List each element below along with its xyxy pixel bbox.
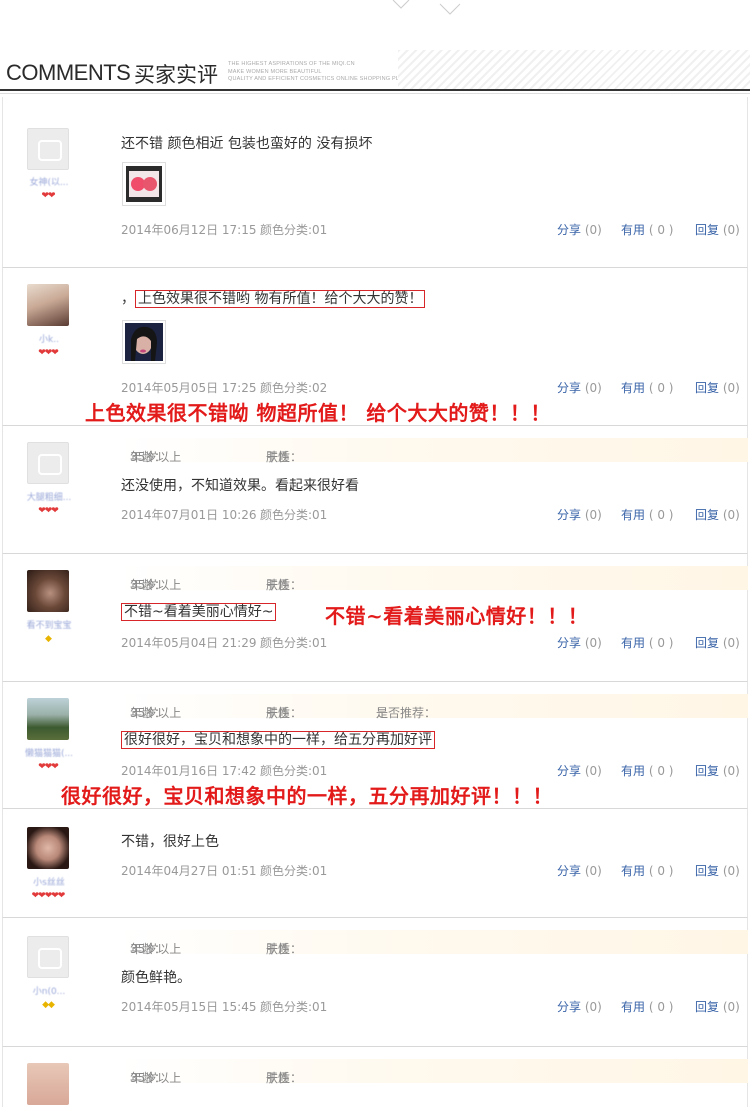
review-meta-bar: 年龄： 35岁以上 肤质： 干性 bbox=[120, 438, 748, 464]
review-item: 年龄： 35岁以上 肤质： 干性 看不到宝宝 ◆ 不错~看着美丽心情好~ 不错~看着… bbox=[2, 554, 748, 682]
review-date: 2014年05月04日 21:29 bbox=[121, 636, 257, 650]
review-photo-thumbnail[interactable] bbox=[122, 320, 166, 364]
avatar bbox=[27, 284, 69, 326]
share-button[interactable]: 分享 (0) bbox=[557, 862, 602, 879]
share-button[interactable]: 分享 (0) bbox=[557, 221, 602, 238]
review-meta-bar: 年龄： 35岁以上 肤质： 干性 bbox=[120, 566, 748, 592]
review-category: 颜色分类:01 bbox=[260, 508, 328, 522]
user-name[interactable]: 女神(以... bbox=[21, 175, 77, 188]
review-content: 还不错 颜色相近 包装也蛮好的 没有损坏 bbox=[121, 136, 373, 152]
review-photo-thumbnail[interactable] bbox=[122, 162, 166, 206]
reply-button[interactable]: 回复 (0) bbox=[695, 634, 740, 651]
header-tagline: THE HIGHEST ASPIRATIONS OF THE MIQI.CN M… bbox=[228, 61, 424, 82]
reply-button[interactable]: 回复 (0) bbox=[695, 379, 740, 396]
review-meta-bar: 年龄： 35岁以上 肤质： 干性 bbox=[120, 930, 748, 956]
review-meta-bar: 年龄： 35岁以上 肤质： 干性 是否推荐：是 bbox=[120, 694, 748, 720]
user-name[interactable]: 大腿粗细... bbox=[21, 490, 77, 503]
blush-palette-icon bbox=[126, 166, 162, 202]
user-name[interactable]: 看不到宝宝 bbox=[21, 618, 77, 631]
review-item: 小s丝丝 ❤❤❤❤❤ 不错，很好上色 2014年04月27日 01:51 颜色分… bbox=[2, 809, 748, 918]
useful-button[interactable]: 有用 ( 0 ) bbox=[621, 862, 673, 879]
rank-hearts-icon: ❤❤❤❤❤ bbox=[31, 891, 66, 901]
rank-hearts-icon: ❤❤❤ bbox=[38, 762, 59, 772]
share-button[interactable]: 分享 (0) bbox=[557, 634, 602, 651]
review-date: 2014年01月16日 17:42 bbox=[121, 764, 257, 778]
review-item: 女神(以... ❤❤ 还不错 颜色相近 包装也蛮好的 没有损坏 2014年06月… bbox=[2, 97, 748, 268]
avatar bbox=[27, 570, 69, 612]
highlighted-text: 很好很好，宝贝和想象中的一样，给五分再加好评 bbox=[121, 731, 435, 749]
review-content: 颜色鲜艳。 bbox=[121, 970, 191, 986]
review-category: 颜色分类:02 bbox=[260, 381, 328, 395]
review-category: 颜色分类:01 bbox=[260, 223, 328, 237]
header-stripe-pattern bbox=[398, 50, 750, 90]
user-name[interactable]: 小s丝丝 bbox=[21, 875, 77, 888]
top-chevron-decoration bbox=[392, 0, 461, 15]
avatar bbox=[27, 128, 69, 170]
avatar bbox=[27, 442, 69, 484]
user-name[interactable]: 懒猫猫猫(... bbox=[21, 746, 77, 759]
overlay-caption: 上色效果很不错呦 物超所值！ 给个大大的赞！！！ bbox=[85, 401, 551, 425]
useful-button[interactable]: 有用 ( 0 ) bbox=[621, 634, 673, 651]
rank-diamond-icon: ◆◆ bbox=[42, 1000, 55, 1010]
share-button[interactable]: 分享 (0) bbox=[557, 379, 602, 396]
review-item: 年龄： 35岁以上 肤质： 干性 是否推荐：是 懒猫猫猫(... ❤❤❤ 很好很好，… bbox=[2, 682, 748, 809]
header-divider-thin bbox=[0, 93, 750, 94]
overlay-caption: 很好很好，宝贝和想象中的一样，五分再加好评！！！ bbox=[61, 784, 553, 808]
review-date: 2014年06月12日 17:15 bbox=[121, 223, 257, 237]
avatar bbox=[27, 1063, 69, 1105]
reply-button[interactable]: 回复 (0) bbox=[695, 862, 740, 879]
useful-button[interactable]: 有用 ( 0 ) bbox=[621, 762, 673, 779]
share-button[interactable]: 分享 (0) bbox=[557, 998, 602, 1015]
header-divider bbox=[0, 89, 750, 91]
rank-diamond-icon: ◆ bbox=[45, 634, 52, 644]
review-category: 颜色分类:01 bbox=[260, 764, 328, 778]
share-button[interactable]: 分享 (0) bbox=[557, 506, 602, 523]
review-item: 小k.. ❤❤❤ ，上色效果很不错哟 物有所值！给个大大的赞！ 2014年05月… bbox=[2, 268, 748, 426]
reply-button[interactable]: 回复 (0) bbox=[695, 506, 740, 523]
review-item: 年龄： 35岁以上 肤质： 干性 bbox=[2, 1047, 748, 1107]
avatar bbox=[27, 936, 69, 978]
review-item: 年龄： 35岁以上 肤质： 干性 小n(0... ◆◆ 颜色鲜艳。 2014年05月… bbox=[2, 918, 748, 1047]
review-date: 2014年04月27日 01:51 bbox=[121, 864, 257, 878]
useful-button[interactable]: 有用 ( 0 ) bbox=[621, 998, 673, 1015]
reply-button[interactable]: 回复 (0) bbox=[695, 221, 740, 238]
reply-button[interactable]: 回复 (0) bbox=[695, 998, 740, 1015]
comments-title-cn: 买家实评 bbox=[134, 63, 218, 87]
review-content: ，上色效果很不错哟 物有所值！给个大大的赞！ bbox=[121, 288, 426, 308]
review-category: 颜色分类:01 bbox=[260, 636, 328, 650]
comments-header: COMMENTS 买家实评 THE HIGHEST ASPIRATIONS OF… bbox=[0, 50, 750, 92]
useful-button[interactable]: 有用 ( 0 ) bbox=[621, 221, 673, 238]
review-content: 还没使用，不知道效果。看起来很好看 bbox=[121, 478, 359, 494]
comments-title-en: COMMENTS bbox=[6, 60, 131, 85]
rank-hearts-icon: ❤❤❤ bbox=[38, 348, 59, 358]
review-content: 不错，很好上色 bbox=[121, 834, 219, 850]
overlay-caption: 不错~看着美丽心情好！！！ bbox=[325, 604, 589, 628]
rank-hearts-icon: ❤❤ bbox=[41, 191, 55, 201]
user-name[interactable]: 小n(0... bbox=[21, 984, 77, 997]
review-item: 年龄： 35岁以上 肤质： 干性 大腿粗细... ❤❤❤ 还没使用，不知道效果。看起… bbox=[2, 426, 748, 554]
review-meta-bar: 年龄： 35岁以上 肤质： 干性 bbox=[120, 1059, 748, 1085]
highlighted-text: 不错~看着美丽心情好~ bbox=[121, 603, 277, 621]
rank-hearts-icon: ❤❤❤ bbox=[38, 506, 59, 516]
user-name[interactable]: 小k.. bbox=[21, 332, 77, 345]
selfie-photo-icon bbox=[125, 323, 163, 361]
share-button[interactable]: 分享 (0) bbox=[557, 762, 602, 779]
highlighted-text: 上色效果很不错哟 物有所值！给个大大的赞！ bbox=[135, 290, 426, 308]
review-content: 不错~看着美丽心情好~ bbox=[121, 601, 277, 621]
avatar bbox=[27, 698, 69, 740]
review-date: 2014年05月15日 15:45 bbox=[121, 1000, 257, 1014]
review-date: 2014年07月01日 10:26 bbox=[121, 508, 257, 522]
review-category: 颜色分类:01 bbox=[260, 864, 328, 878]
avatar bbox=[27, 827, 69, 869]
review-category: 颜色分类:01 bbox=[260, 1000, 328, 1014]
reply-button[interactable]: 回复 (0) bbox=[695, 762, 740, 779]
useful-button[interactable]: 有用 ( 0 ) bbox=[621, 379, 673, 396]
review-content: 很好很好，宝贝和想象中的一样，给五分再加好评 bbox=[121, 729, 435, 749]
review-date: 2014年05月05日 17:25 bbox=[121, 381, 257, 395]
useful-button[interactable]: 有用 ( 0 ) bbox=[621, 506, 673, 523]
